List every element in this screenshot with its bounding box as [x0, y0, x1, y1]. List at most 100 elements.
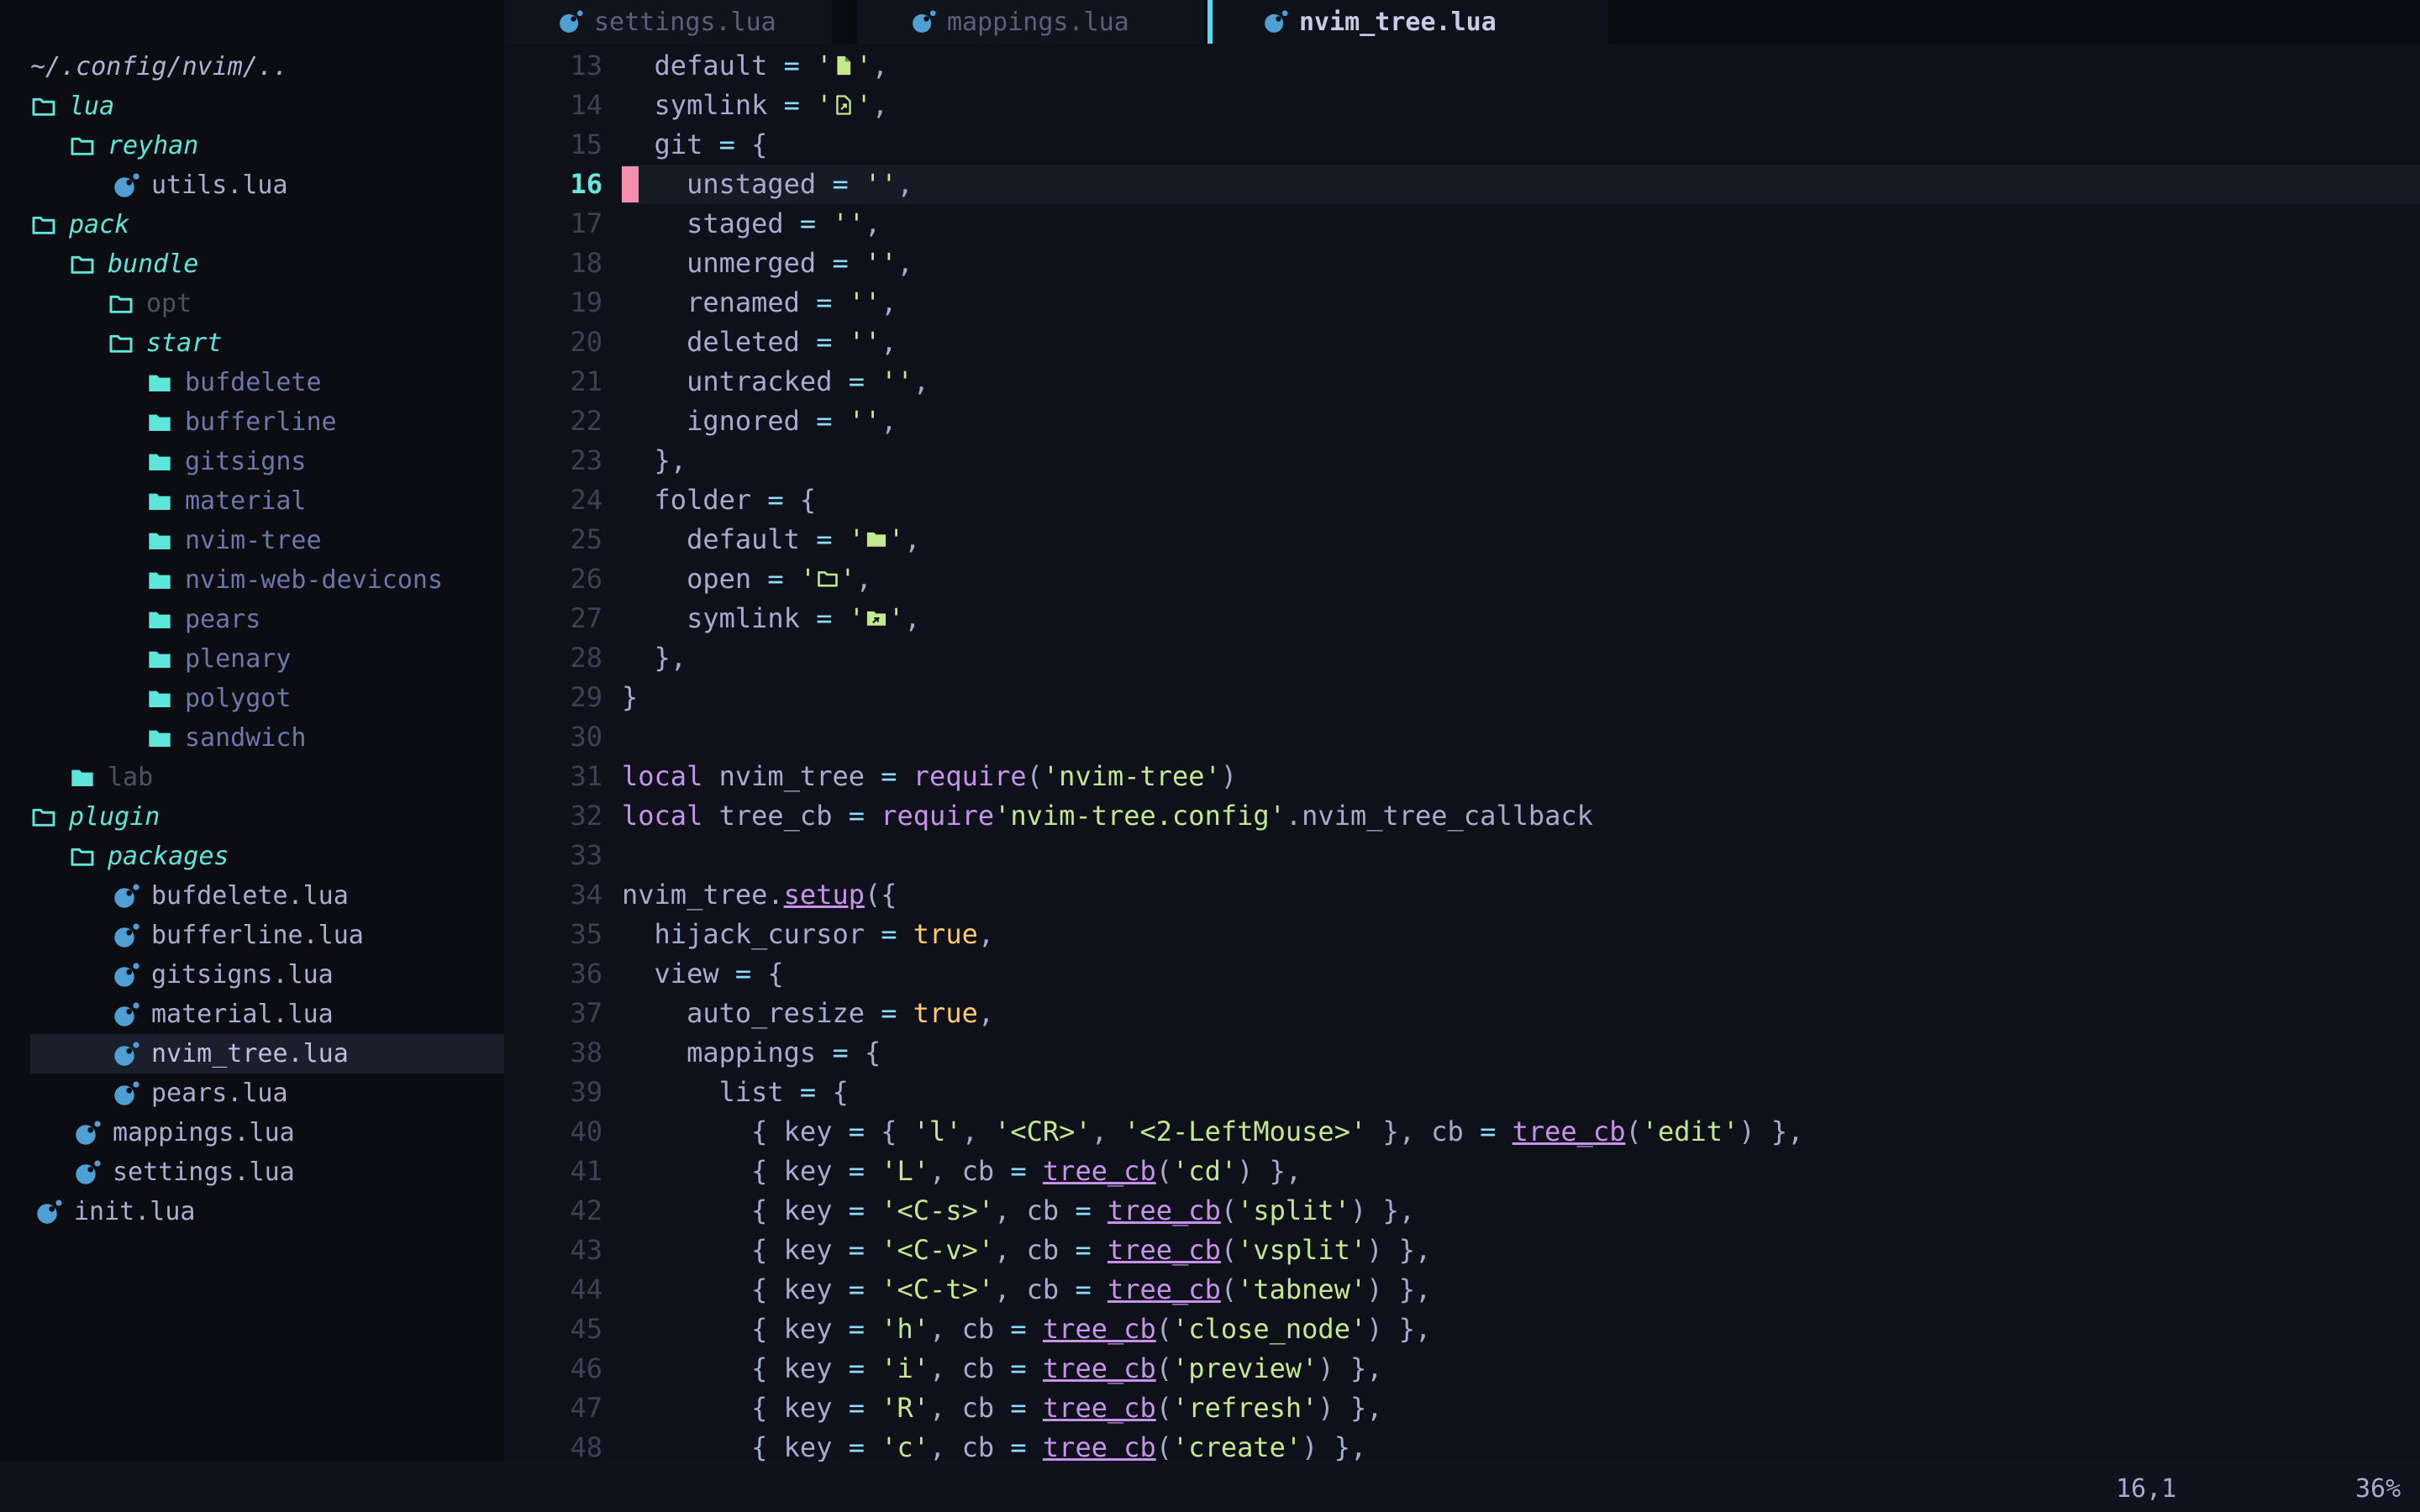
tree-item-plenary[interactable]: plenary [0, 639, 504, 679]
tree-item-nvim_tree.lua[interactable]: nvim_tree.lua [0, 1034, 504, 1074]
tree-root-path[interactable]: ~/.config/nvim/.. [0, 47, 504, 87]
line-number: 46 [504, 1349, 602, 1389]
tab-label: mappings.lua [947, 8, 1129, 37]
tree-item-nvim-web-devicons[interactable]: nvim-web-devicons [0, 560, 504, 600]
folder-symlink-icon [865, 601, 888, 625]
code-line[interactable]: 34nvim_tree.setup({ [504, 875, 2420, 915]
folder-icon [146, 488, 173, 515]
code-line[interactable]: 13 default = '', [504, 46, 2420, 86]
code-editor[interactable]: 13 default = '',14 symlink = '',15 git =… [504, 44, 2420, 1462]
line-number: 30 [504, 717, 602, 757]
code-line[interactable]: 45 { key = 'h', cb = tree_cb('close_node… [504, 1310, 2420, 1349]
tree-item-pears.lua[interactable]: pears.lua [0, 1074, 504, 1113]
code-line[interactable]: 19 renamed = '', [504, 283, 2420, 323]
tree-item-nvim-tree[interactable]: nvim-tree [0, 521, 504, 560]
code-line[interactable]: 32local tree_cb = require'nvim-tree.conf… [504, 796, 2420, 836]
tree-item-packages[interactable]: packages [0, 837, 504, 876]
line-number: 28 [504, 638, 602, 678]
code-line[interactable]: 20 deleted = '', [504, 323, 2420, 362]
code-line[interactable]: 33 [504, 836, 2420, 875]
lua-file-icon [558, 9, 583, 34]
code-line[interactable]: 37 auto_resize = true, [504, 994, 2420, 1033]
tree-item-bufferline[interactable]: bufferline [0, 402, 504, 442]
file-symlink-icon [832, 88, 855, 112]
tree-item-reyhan[interactable]: reyhan [0, 126, 504, 165]
tab-settings-lua[interactable]: settings.lua [504, 0, 832, 44]
folder-icon [146, 370, 173, 396]
folder-icon [146, 646, 173, 673]
tree-item-label: sandwich [185, 723, 307, 753]
code-line[interactable]: 17 staged = '', [504, 204, 2420, 244]
tree-item-pack[interactable]: pack [0, 205, 504, 244]
code-line[interactable]: 38 mappings = { [504, 1033, 2420, 1073]
code-line[interactable]: 41 { key = 'L', cb = tree_cb('cd') }, [504, 1152, 2420, 1191]
tree-item-bufdelete[interactable]: bufdelete [0, 363, 504, 402]
code-line[interactable]: 27 symlink = '', [504, 599, 2420, 638]
tree-item-plugin[interactable]: plugin [0, 797, 504, 837]
tree-item-label: bufferline [185, 407, 337, 437]
tree-item-gitsigns[interactable]: gitsigns [0, 442, 504, 481]
code-line[interactable]: 23 }, [504, 441, 2420, 480]
code-line[interactable]: 16 unstaged = '', [504, 165, 2420, 204]
code-line[interactable]: 36 view = { [504, 954, 2420, 994]
code-text: deleted = '', [622, 326, 897, 358]
tree-item-bundle[interactable]: bundle [0, 244, 504, 284]
tree-item-gitsigns.lua[interactable]: gitsigns.lua [0, 955, 504, 995]
lua-icon [113, 1080, 139, 1107]
tree-item-label: nvim-web-devicons [185, 565, 443, 595]
tree-item-bufferline.lua[interactable]: bufferline.lua [0, 916, 504, 955]
code-line[interactable]: 25 default = '', [504, 520, 2420, 559]
code-line[interactable]: 47 { key = 'R', cb = tree_cb('refresh') … [504, 1389, 2420, 1428]
tree-item-label: start [146, 328, 222, 358]
tree-item-material[interactable]: material [0, 481, 504, 521]
tree-item-start[interactable]: start [0, 323, 504, 363]
line-number: 33 [504, 836, 602, 875]
code-text: symlink = '', [622, 602, 921, 634]
code-text: unstaged = '', [622, 168, 913, 200]
tree-item-mappings.lua[interactable]: mappings.lua [0, 1113, 504, 1152]
tree-item-label: packages [108, 842, 229, 871]
line-number: 14 [504, 86, 602, 125]
code-line[interactable]: 21 untracked = '', [504, 362, 2420, 402]
tree-item-lua[interactable]: lua [0, 87, 504, 126]
code-line[interactable]: 28 }, [504, 638, 2420, 678]
tree-item-lab[interactable]: lab [0, 758, 504, 797]
code-text: mappings = { [622, 1037, 881, 1068]
line-number: 41 [504, 1152, 602, 1191]
code-line[interactable]: 35 hijack_cursor = true, [504, 915, 2420, 954]
code-line[interactable]: 39 list = { [504, 1073, 2420, 1112]
tree-item-sandwich[interactable]: sandwich [0, 718, 504, 758]
code-line[interactable]: 48 { key = 'c', cb = tree_cb('create') }… [504, 1428, 2420, 1462]
code-line[interactable]: 40 { key = { 'l', '<CR>', '<2-LeftMouse>… [504, 1112, 2420, 1152]
code-line[interactable]: 18 unmerged = '', [504, 244, 2420, 283]
tree-item-bufdelete.lua[interactable]: bufdelete.lua [0, 876, 504, 916]
tree-item-polygot[interactable]: polygot [0, 679, 504, 718]
code-line[interactable]: 31local nvim_tree = require('nvim-tree') [504, 757, 2420, 796]
line-number: 36 [504, 954, 602, 994]
code-line[interactable]: 29} [504, 678, 2420, 717]
code-text: view = { [622, 958, 784, 990]
code-line[interactable]: 44 { key = '<C-t>', cb = tree_cb('tabnew… [504, 1270, 2420, 1310]
tree-item-pears[interactable]: pears [0, 600, 504, 639]
tree-item-init.lua[interactable]: init.lua [0, 1192, 504, 1231]
code-line[interactable]: 24 folder = { [504, 480, 2420, 520]
tree-item-settings.lua[interactable]: settings.lua [0, 1152, 504, 1192]
code-line[interactable]: 42 { key = '<C-s>', cb = tree_cb('split'… [504, 1191, 2420, 1231]
tree-item-utils.lua[interactable]: utils.lua [0, 165, 504, 205]
tab-nvim-tree-lua[interactable]: nvim_tree.lua [1213, 0, 1607, 44]
code-line[interactable]: 43 { key = '<C-v>', cb = tree_cb('vsplit… [504, 1231, 2420, 1270]
code-line[interactable]: 15 git = { [504, 125, 2420, 165]
folder-icon [146, 606, 173, 633]
tab-label: nvim_tree.lua [1299, 8, 1497, 37]
tree-item-material.lua[interactable]: material.lua [0, 995, 504, 1034]
code-line[interactable]: 22 ignored = '', [504, 402, 2420, 441]
code-line[interactable]: 46 { key = 'i', cb = tree_cb('preview') … [504, 1349, 2420, 1389]
tree-item-label: bufferline.lua [151, 921, 364, 950]
tree-item-opt[interactable]: opt [0, 284, 504, 323]
code-line[interactable]: 30 [504, 717, 2420, 757]
tab-mappings-lua[interactable]: mappings.lua [857, 0, 1204, 44]
code-line[interactable]: 26 open = '', [504, 559, 2420, 599]
code-line[interactable]: 14 symlink = '', [504, 86, 2420, 125]
tree-item-label: pears [185, 605, 260, 634]
tree-item-label: pears.lua [151, 1079, 288, 1108]
